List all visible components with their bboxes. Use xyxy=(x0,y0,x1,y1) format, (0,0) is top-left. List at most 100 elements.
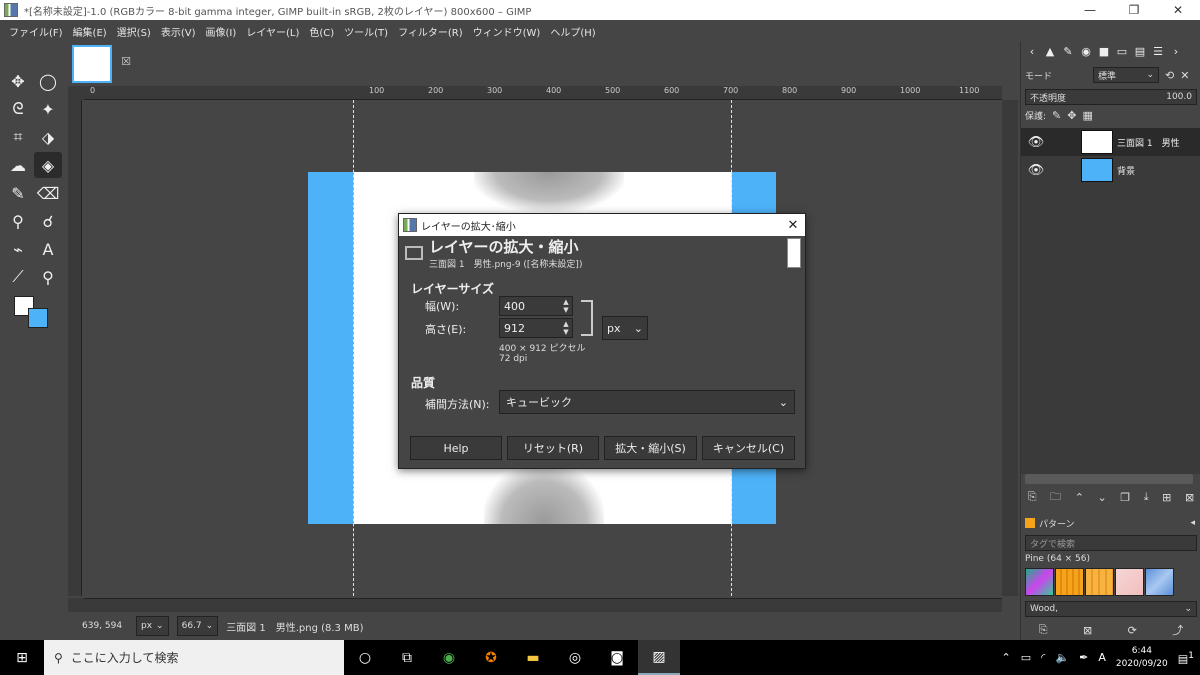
chevron-up-icon[interactable]: ⌃ xyxy=(1002,651,1011,664)
menu-filters[interactable]: フィルター(R) xyxy=(393,24,468,39)
wifi-icon[interactable]: ◜ xyxy=(1041,651,1045,664)
mode-select[interactable]: 標準 ⌄ xyxy=(1093,67,1159,83)
bucket-fill-icon[interactable]: ◈ xyxy=(34,152,62,178)
chevron-right-icon[interactable]: › xyxy=(1169,45,1183,59)
menu-view[interactable]: 表示(V) xyxy=(156,24,201,39)
images-icon[interactable]: ■ xyxy=(1097,45,1111,59)
menu-tools[interactable]: ツール(T) xyxy=(339,24,393,39)
paths-tab-icon[interactable]: ☰ xyxy=(1151,45,1165,59)
unit-select[interactable]: px ⌄ xyxy=(136,616,169,636)
interpolation-select[interactable]: キュービック ⌄ xyxy=(499,390,795,414)
undo-history-icon[interactable]: ◉ xyxy=(1079,45,1093,59)
horizontal-ruler[interactable]: 0 100 200 300 400 500 600 700 800 900 10… xyxy=(84,86,1002,100)
lock-pixels-icon[interactable]: ✎ xyxy=(1052,109,1061,122)
vertical-ruler[interactable] xyxy=(68,100,82,596)
mode-close-icon[interactable]: ✕ xyxy=(1180,69,1189,82)
merge-down-icon[interactable]: ⤓ xyxy=(1144,490,1149,504)
cancel-button[interactable]: キャンセル(C) xyxy=(702,436,795,460)
minimize-button[interactable]: — xyxy=(1068,0,1112,20)
cortana-icon[interactable]: ○ xyxy=(344,640,386,675)
pattern-refresh-icon[interactable]: ⟳ xyxy=(1128,624,1137,637)
eye-icon[interactable]: 👁 xyxy=(1021,163,1051,178)
pattern-delete-icon[interactable]: ⊠ xyxy=(1083,624,1092,637)
duplicate-layer-icon[interactable]: ❐ xyxy=(1120,491,1130,504)
pattern-edit-icon[interactable]: ⎘ xyxy=(1039,623,1048,637)
warp-tool-icon[interactable]: ☁ xyxy=(4,152,32,178)
clock[interactable]: 6:44 2020/09/20 xyxy=(1116,645,1168,671)
tool-options-icon[interactable]: ▲ xyxy=(1043,45,1057,59)
layer-row[interactable]: 👁 三面図 1 男性 xyxy=(1021,128,1200,156)
vertical-scrollbar[interactable] xyxy=(1002,100,1018,596)
pattern-select[interactable]: Wood, ⌄ xyxy=(1025,601,1197,617)
blender-icon[interactable]: ✪ xyxy=(470,640,512,675)
pattern-swatch[interactable] xyxy=(1085,568,1114,596)
layer-row[interactable]: 👁 背景 xyxy=(1021,156,1200,184)
opacity-field[interactable]: 不透明度 100.0 xyxy=(1025,89,1197,105)
free-select-icon[interactable]: ᘓ xyxy=(4,96,32,122)
pattern-swatch[interactable] xyxy=(1115,568,1144,596)
lock-alpha-icon[interactable]: ▦ xyxy=(1082,109,1092,122)
raise-layer-icon[interactable]: ⌃ xyxy=(1075,491,1084,504)
chrome-icon[interactable]: ◉ xyxy=(428,640,470,675)
menu-windows[interactable]: ウィンドウ(W) xyxy=(468,24,546,39)
switch-mode-icon[interactable]: ⟲ xyxy=(1165,69,1174,82)
battery-icon[interactable]: ▭ xyxy=(1021,651,1031,664)
paintbrush-icon[interactable]: ✎ xyxy=(4,180,32,206)
chain-link-icon[interactable] xyxy=(581,300,593,336)
move-tool-icon[interactable]: ✥ xyxy=(4,68,32,94)
paths-tool-icon[interactable]: ⌁ xyxy=(4,236,32,262)
smudge-tool-icon[interactable]: ☌ xyxy=(34,208,62,234)
windows-start-icon[interactable]: ⊞ xyxy=(0,640,44,675)
dialog-close-icon[interactable]: ✕ xyxy=(781,218,805,233)
image-thumbnail-tab[interactable] xyxy=(72,45,112,83)
mask-icon[interactable]: ⊞ xyxy=(1162,491,1171,504)
volume-icon[interactable]: 🔈 xyxy=(1055,651,1069,664)
taskbar-search[interactable]: ⚲ ここに入力して検索 xyxy=(44,640,344,675)
patterns-title[interactable]: パターン xyxy=(1039,517,1075,530)
layers-tab-icon[interactable]: ▭ xyxy=(1115,45,1129,59)
maximize-button[interactable]: ❐ xyxy=(1112,0,1156,20)
width-input[interactable]: 400 ▲ ▼ xyxy=(499,296,573,316)
pattern-swatch[interactable] xyxy=(1055,568,1084,596)
lock-position-icon[interactable]: ✥ xyxy=(1067,109,1076,122)
scale-button[interactable]: 拡大・縮小(S) xyxy=(604,436,697,460)
ellipse-select-icon[interactable]: ◯ xyxy=(34,68,62,94)
color-picker-icon[interactable]: ⟋ xyxy=(4,264,32,290)
navigate-corner-button[interactable] xyxy=(68,598,84,612)
tab-close-icon[interactable]: ☒ xyxy=(120,56,132,68)
menu-edit[interactable]: 編集(E) xyxy=(68,24,112,39)
close-button[interactable]: ✕ xyxy=(1156,0,1200,20)
clone-tool-icon[interactable]: ⚲ xyxy=(4,208,32,234)
fuzzy-select-icon[interactable]: ✦ xyxy=(34,96,62,122)
notification-icon[interactable]: ▤1 xyxy=(1178,650,1194,666)
file-explorer-icon[interactable]: ▬ xyxy=(512,640,554,675)
horizontal-scrollbar[interactable] xyxy=(84,598,1002,612)
zoom-select[interactable]: 66.7 ⌄ xyxy=(176,616,219,636)
eye-icon[interactable]: 👁 xyxy=(1021,135,1051,150)
delete-layer-icon[interactable]: ⊠ xyxy=(1185,491,1194,504)
height-spinner-icon[interactable]: ▲ ▼ xyxy=(562,320,570,336)
tab-menu-icon[interactable]: ◂ xyxy=(1190,518,1195,528)
menu-image[interactable]: 画像(I) xyxy=(201,24,242,39)
menu-help[interactable]: ヘルプ(H) xyxy=(545,24,600,39)
pattern-swatch[interactable] xyxy=(1025,568,1054,596)
layers-scrollbar[interactable] xyxy=(1025,474,1193,484)
menu-colors[interactable]: 色(C) xyxy=(304,24,339,39)
lower-layer-icon[interactable]: ⌄ xyxy=(1098,491,1107,504)
text-tool-icon[interactable]: A xyxy=(34,236,62,262)
crop-tool-icon[interactable]: ⌗ xyxy=(4,124,32,150)
chevron-left-icon[interactable]: ‹ xyxy=(1025,45,1039,59)
new-group-icon[interactable]: 🗀 xyxy=(1050,488,1061,507)
eraser-icon[interactable]: ⌫ xyxy=(34,180,62,206)
menu-file[interactable]: ファイル(F) xyxy=(4,24,68,39)
unit-select[interactable]: px ⌄ xyxy=(602,316,648,340)
reset-button[interactable]: リセット(R) xyxy=(507,436,599,460)
gimp-taskbar-icon[interactable]: ▨ xyxy=(638,640,680,675)
new-layer-icon[interactable]: ⎘ xyxy=(1028,490,1037,504)
height-input[interactable]: 912 ▲ ▼ xyxy=(499,318,573,338)
pattern-tag-input[interactable]: タグで検索 xyxy=(1025,535,1197,551)
app-icon[interactable]: ◙ xyxy=(596,640,638,675)
background-color-swatch[interactable] xyxy=(28,308,48,328)
pattern-open-icon[interactable]: ⤴ xyxy=(1172,622,1183,638)
pattern-swatch[interactable] xyxy=(1145,568,1174,596)
